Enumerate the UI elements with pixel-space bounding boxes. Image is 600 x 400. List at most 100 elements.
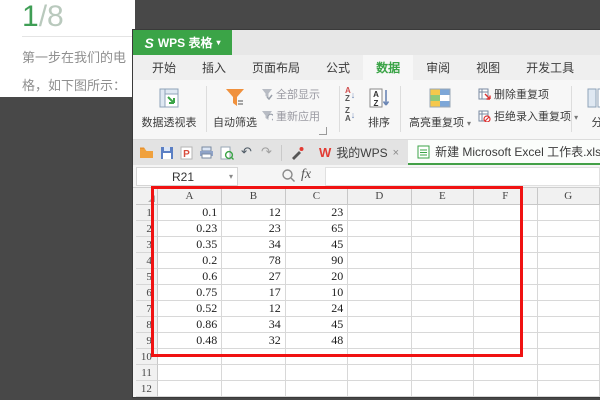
- menu-tab-开始[interactable]: 开始: [139, 55, 189, 80]
- cell-D5[interactable]: [348, 269, 412, 285]
- column-header-G[interactable]: G: [537, 188, 600, 205]
- row-header-4[interactable]: 4: [136, 253, 158, 269]
- cell-E2[interactable]: [411, 221, 475, 237]
- cell-A1[interactable]: 0.1: [157, 205, 223, 221]
- cell-E6[interactable]: [411, 285, 475, 301]
- sort-button[interactable]: AZ 排序: [361, 83, 397, 137]
- row-header-5[interactable]: 5: [136, 269, 158, 285]
- row-header-3[interactable]: 3: [136, 237, 158, 253]
- cell-G10[interactable]: [537, 349, 600, 365]
- cell-D12[interactable]: [348, 381, 412, 397]
- select-all-corner[interactable]: [136, 188, 158, 205]
- cell-D6[interactable]: [348, 285, 412, 301]
- sort-descending-button[interactable]: ZA ↓: [345, 107, 355, 123]
- menu-tab-数据[interactable]: 数据: [363, 55, 414, 80]
- save-icon[interactable]: [159, 145, 174, 160]
- cell-G4[interactable]: [537, 253, 600, 269]
- cell-E3[interactable]: [411, 237, 475, 253]
- column-header-B[interactable]: B: [222, 188, 286, 205]
- cell-G3[interactable]: [537, 237, 600, 253]
- cell-G5[interactable]: [537, 269, 600, 285]
- cell-A7[interactable]: 0.52: [157, 301, 223, 317]
- cell-E11[interactable]: [411, 365, 475, 381]
- cell-D9[interactable]: [348, 333, 412, 349]
- cell-B9[interactable]: 32: [222, 333, 286, 349]
- name-box[interactable]: R21 ▾: [136, 167, 238, 186]
- cell-F1[interactable]: [474, 205, 538, 221]
- row-header-10[interactable]: 10: [136, 349, 158, 365]
- reapply-button[interactable]: 重新应用: [261, 108, 320, 124]
- cell-B1[interactable]: 12: [222, 205, 286, 221]
- cell-B4[interactable]: 78: [222, 253, 286, 269]
- open-folder-icon[interactable]: [139, 145, 154, 160]
- sort-ascending-button[interactable]: AZ ↓: [345, 87, 355, 103]
- cell-E12[interactable]: [411, 381, 475, 397]
- cell-G1[interactable]: [537, 205, 600, 221]
- row-header-7[interactable]: 7: [136, 301, 158, 317]
- cell-C2[interactable]: 65: [285, 221, 349, 237]
- cell-C1[interactable]: 23: [285, 205, 349, 221]
- cell-E7[interactable]: [411, 301, 475, 317]
- column-header-F[interactable]: F: [474, 188, 538, 205]
- row-header-9[interactable]: 9: [136, 333, 158, 349]
- column-header-C[interactable]: C: [285, 188, 349, 205]
- cell-D3[interactable]: [348, 237, 412, 253]
- pdf-export-icon[interactable]: P: [179, 145, 194, 160]
- cell-C12[interactable]: [285, 381, 349, 397]
- show-all-button[interactable]: 全部显示: [261, 86, 320, 102]
- cell-F7[interactable]: [474, 301, 538, 317]
- cell-E4[interactable]: [411, 253, 475, 269]
- marker-pen-icon[interactable]: [289, 145, 304, 160]
- cell-D10[interactable]: [348, 349, 412, 365]
- cell-B6[interactable]: 17: [222, 285, 286, 301]
- cell-G9[interactable]: [537, 333, 600, 349]
- cell-F5[interactable]: [474, 269, 538, 285]
- cell-G6[interactable]: [537, 285, 600, 301]
- menu-tab-审阅[interactable]: 审阅: [413, 55, 463, 80]
- menu-tab-视图[interactable]: 视图: [463, 55, 513, 80]
- cell-A10[interactable]: [157, 349, 223, 365]
- wps-app-menu-button[interactable]: S WPS 表格 ▾: [133, 30, 232, 55]
- cell-D1[interactable]: [348, 205, 412, 221]
- cell-C7[interactable]: 24: [285, 301, 349, 317]
- split-columns-button[interactable]: 分: [577, 83, 600, 137]
- row-header-6[interactable]: 6: [136, 285, 158, 301]
- cell-B12[interactable]: [222, 381, 286, 397]
- cell-F3[interactable]: [474, 237, 538, 253]
- cell-G11[interactable]: [537, 365, 600, 381]
- cell-C10[interactable]: [285, 349, 349, 365]
- chevron-down-icon[interactable]: ▾: [229, 172, 237, 181]
- auto-filter-button[interactable]: 自动筛选: [211, 83, 259, 137]
- cell-C9[interactable]: 48: [285, 333, 349, 349]
- cell-E8[interactable]: [411, 317, 475, 333]
- highlight-duplicates-button[interactable]: 高亮重复项 ▾: [405, 83, 475, 137]
- cell-C4[interactable]: 90: [285, 253, 349, 269]
- undo-icon[interactable]: ↶: [239, 145, 254, 160]
- cell-B7[interactable]: 12: [222, 301, 286, 317]
- cell-A6[interactable]: 0.75: [157, 285, 223, 301]
- column-header-A[interactable]: A: [157, 188, 223, 205]
- column-header-D[interactable]: D: [348, 188, 412, 205]
- cell-F4[interactable]: [474, 253, 538, 269]
- pivot-table-button[interactable]: 数据透视表: [133, 83, 205, 137]
- row-header-11[interactable]: 11: [136, 365, 158, 381]
- menu-tab-页面布局[interactable]: 页面布局: [239, 55, 313, 80]
- cell-F12[interactable]: [474, 381, 538, 397]
- filter-dialog-launcher[interactable]: [319, 127, 327, 135]
- tab-my-wps[interactable]: W 我的WPS ×: [310, 140, 408, 165]
- cell-B10[interactable]: [222, 349, 286, 365]
- cell-F6[interactable]: [474, 285, 538, 301]
- cell-F10[interactable]: [474, 349, 538, 365]
- row-header-2[interactable]: 2: [136, 221, 158, 237]
- cell-A4[interactable]: 0.2: [157, 253, 223, 269]
- cell-C11[interactable]: [285, 365, 349, 381]
- tab-excel-document[interactable]: 新建 Microsoft Excel 工作表.xlsx: [408, 140, 600, 165]
- column-header-E[interactable]: E: [411, 188, 475, 205]
- cell-E5[interactable]: [411, 269, 475, 285]
- cell-G12[interactable]: [537, 381, 600, 397]
- cell-F2[interactable]: [474, 221, 538, 237]
- cell-C3[interactable]: 45: [285, 237, 349, 253]
- cell-E10[interactable]: [411, 349, 475, 365]
- reject-duplicates-button[interactable]: 拒绝录入重复项 ▾: [478, 108, 578, 124]
- cell-D4[interactable]: [348, 253, 412, 269]
